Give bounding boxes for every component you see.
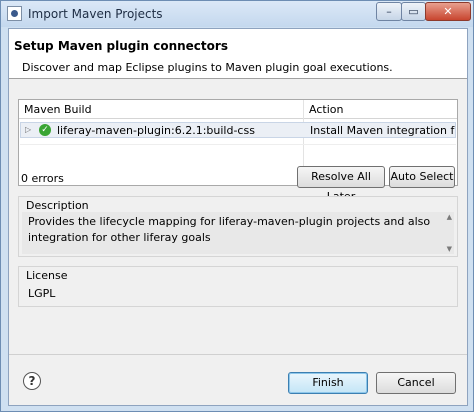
- wizard-header: Setup Maven plugin connectors Discover a…: [9, 29, 467, 79]
- expand-arrow-icon[interactable]: ▷: [25, 125, 31, 134]
- title-bar[interactable]: Import Maven Projects – ▭ ✕: [1, 1, 473, 27]
- window-title: Import Maven Projects: [28, 7, 163, 21]
- row-maven-build: liferay-maven-plugin:6.2.1:build-css: [57, 124, 255, 137]
- cancel-button[interactable]: Cancel: [376, 372, 456, 394]
- errors-count: 0 errors: [21, 172, 64, 185]
- description-text: Provides the lifecycle mapping for lifer…: [28, 215, 431, 244]
- scroll-up-icon[interactable]: ▲: [447, 213, 452, 221]
- help-icon[interactable]: ?: [23, 372, 41, 390]
- column-header-maven-build[interactable]: Maven Build: [24, 103, 92, 116]
- check-icon: ✓: [39, 124, 51, 136]
- table-header: Maven Build Action: [19, 100, 457, 119]
- import-maven-window: Import Maven Projects – ▭ ✕ Setup Maven …: [0, 0, 474, 412]
- license-group: License LGPL: [18, 266, 458, 307]
- dialog-content: Setup Maven plugin connectors Discover a…: [8, 28, 468, 406]
- footer-divider: [9, 354, 467, 355]
- auto-select-button[interactable]: Auto Select: [389, 166, 455, 188]
- description-label: Description: [26, 199, 89, 212]
- finish-button[interactable]: Finish: [288, 372, 368, 394]
- license-label: License: [26, 269, 68, 282]
- maximize-button[interactable]: ▭: [401, 2, 426, 21]
- scroll-down-icon[interactable]: ▼: [447, 245, 452, 253]
- eclipse-app-icon: [7, 6, 22, 21]
- resolve-all-later-button[interactable]: Resolve All Later: [297, 166, 385, 203]
- description-group: Description Provides the lifecycle mappi…: [18, 196, 458, 257]
- license-text: LGPL: [28, 287, 56, 300]
- close-button[interactable]: ✕: [425, 2, 471, 21]
- description-box[interactable]: Provides the lifecycle mapping for lifer…: [22, 212, 454, 254]
- page-title: Setup Maven plugin connectors: [14, 39, 228, 53]
- row-divider: [20, 144, 456, 145]
- row-action[interactable]: Install Maven integration for: [310, 124, 455, 137]
- column-header-action[interactable]: Action: [309, 103, 343, 116]
- page-description: Discover and map Eclipse plugins to Mave…: [22, 61, 393, 74]
- table-row[interactable]: ▷ ✓ liferay-maven-plugin:6.2.1:build-css…: [20, 122, 456, 138]
- minimize-button[interactable]: –: [376, 2, 402, 21]
